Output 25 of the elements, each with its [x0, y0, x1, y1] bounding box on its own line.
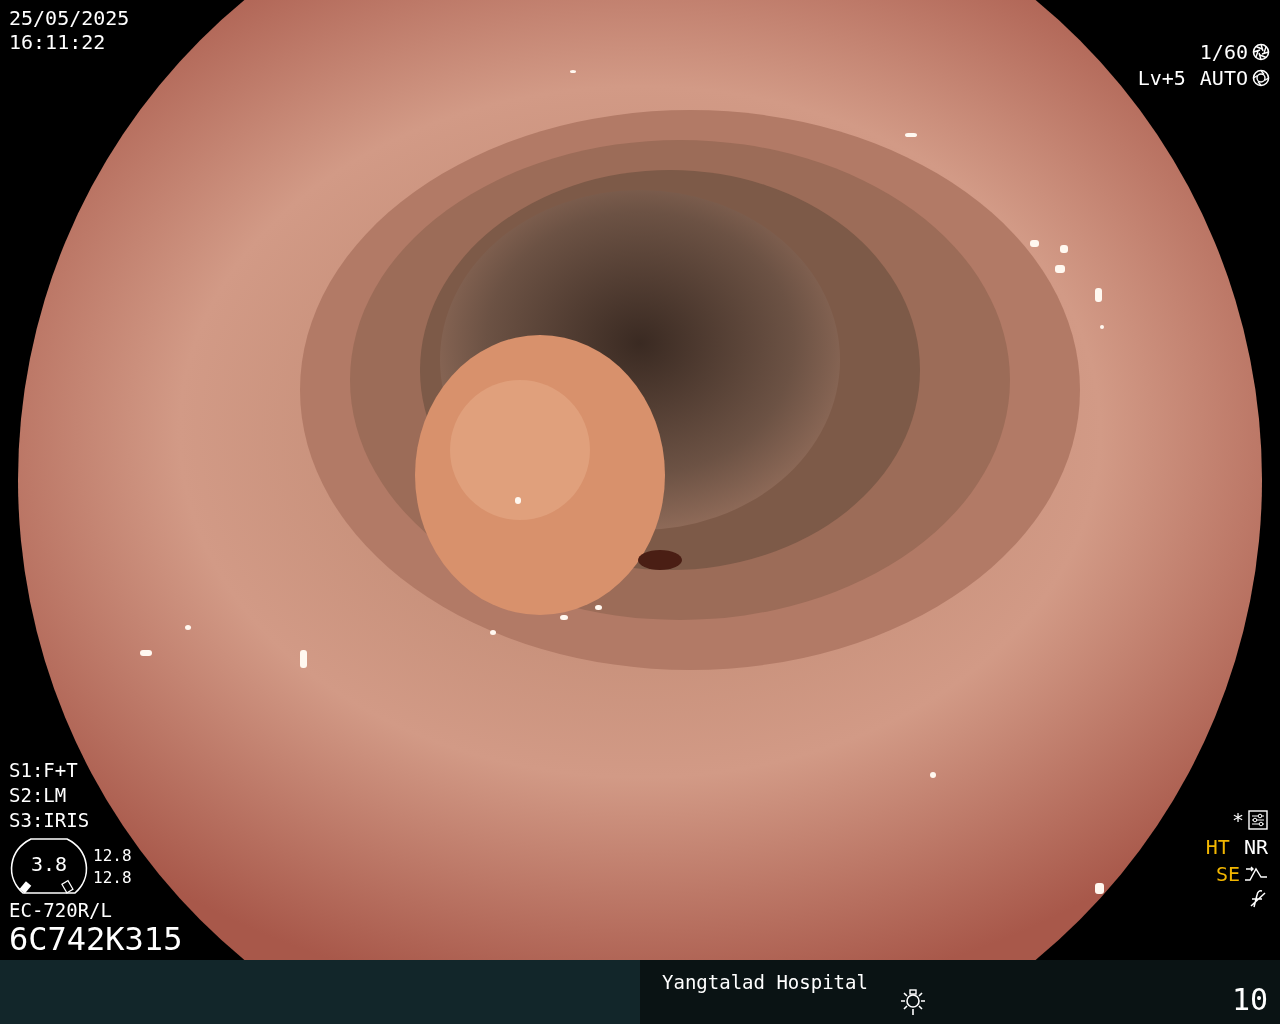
sliders-icon	[1248, 810, 1268, 830]
switch-setting: S3:IRIS	[9, 808, 91, 833]
page-number: 10	[1231, 982, 1268, 1018]
scope-serial: 6C742K315	[9, 921, 183, 957]
iris-mode: AUTO	[1199, 66, 1248, 90]
gauge-reading: 12.8	[93, 867, 132, 889]
function-icon	[1248, 889, 1268, 909]
shutter-speed: 1/60	[1199, 40, 1248, 64]
date-text: 25/05/2025	[9, 6, 130, 30]
mode-indicator: NR	[1243, 835, 1268, 859]
curve-icon	[1244, 865, 1268, 883]
switch-setting: S1:F+T	[9, 758, 79, 783]
star-indicator: *	[1231, 808, 1244, 832]
switch-setting: S2:LM	[9, 783, 68, 808]
gauge-icon	[9, 837, 89, 897]
scope-model: EC-720R/L	[9, 899, 113, 921]
mode-indicator: SE	[1215, 862, 1240, 886]
time-text: 16:11:22	[9, 30, 107, 54]
mode-indicator: HT	[1205, 835, 1230, 859]
iris-icon	[1252, 69, 1270, 87]
aperture-icon	[1252, 43, 1270, 61]
gauge-reading: 12.8	[93, 845, 132, 867]
hospital-name: Yangtalad Hospital	[662, 970, 868, 994]
gauge-value: 3.8	[31, 852, 68, 876]
brightness-level: Lv+5	[1137, 66, 1186, 90]
